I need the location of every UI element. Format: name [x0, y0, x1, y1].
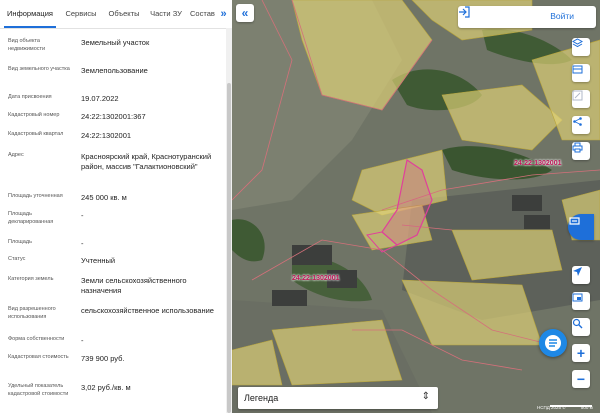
layers-icon[interactable] — [572, 38, 590, 56]
attr-value: - — [81, 239, 84, 248]
attr-label: Дата присвоения — [8, 94, 52, 100]
attr-label: Адрес — [8, 152, 24, 158]
attr-label: Вид земельного участка — [8, 66, 70, 72]
attr-label: Категория земель — [8, 276, 54, 282]
navigate-icon[interactable] — [572, 266, 590, 284]
share-icon[interactable] — [572, 116, 590, 134]
attribution-text: НСПД 2025 © — [537, 405, 566, 410]
tab-land-parts[interactable]: Части ЗУ — [146, 0, 186, 28]
legend-label: Легенда — [244, 393, 279, 403]
search-zoom-icon[interactable] — [572, 318, 590, 336]
login-button[interactable]: Войти — [458, 6, 596, 28]
attr-value: 19.07.2022 — [81, 94, 119, 103]
tab-information[interactable]: Информация — [4, 0, 56, 28]
map-view[interactable]: 24:22:1302001 24:22:1302001 « Войти + − — [232, 0, 600, 413]
cadastral-quarter: 24:22:1302001 — [81, 131, 132, 140]
attr-value: - — [81, 336, 84, 345]
zoom-in-icon[interactable]: + — [572, 344, 590, 362]
chevron-updown-icon: ⇕ — [421, 391, 430, 402]
chat-icon — [545, 335, 561, 351]
info-panel: Информация Сервисы Объекты Части ЗУ Сост… — [0, 0, 233, 413]
attr-value: 739 900 руб. — [81, 354, 125, 363]
attr-label: Вид объекта недвижимости — [8, 38, 46, 52]
attr-value: сельскохозяйственное использование — [81, 306, 214, 315]
attr-label: Кадастровая стоимость — [8, 354, 69, 360]
cadastral-label: 24:22:1302001 — [292, 275, 340, 282]
attr-label: Площадь — [8, 239, 32, 245]
cadastral-label: 24:22:1302001 — [514, 160, 562, 167]
legend-dropdown[interactable]: Легенда ⇕ — [238, 387, 438, 409]
attr-label: Вид разрешенного использования — [8, 306, 56, 320]
basemap-icon[interactable] — [572, 64, 590, 82]
tab-composition[interactable]: Состав — [190, 0, 216, 28]
attr-label: Удельный показатель кадастровой стоимост… — [8, 383, 69, 397]
map-attribution: НСПД 2025 © 500 м — [537, 405, 593, 410]
tab-services[interactable]: Сервисы — [60, 0, 102, 28]
attr-label: Кадастровый квартал — [8, 131, 64, 137]
login-label: Войти — [550, 11, 574, 21]
scrollbar-thumb[interactable] — [227, 83, 231, 413]
attr-value: - — [81, 211, 84, 220]
address-value: Красноярский край, Краснотуранский район… — [81, 152, 212, 171]
measure-icon[interactable] — [572, 292, 590, 310]
chat-button[interactable] — [539, 329, 567, 357]
tab-objects[interactable]: Объекты — [104, 0, 144, 28]
panel-tabs: Информация Сервисы Объекты Части ЗУ Сост… — [0, 0, 232, 29]
attr-value: Земли сельскохозяйственного назначения — [81, 276, 187, 295]
double-chevron-left-icon[interactable]: « — [236, 4, 254, 22]
services-icon[interactable] — [568, 214, 594, 240]
attr-label: Площадь уточненная — [8, 193, 63, 199]
double-chevron-right-icon[interactable]: » — [215, 0, 232, 28]
attr-label: Кадастровый номер — [8, 112, 60, 118]
edit-icon[interactable] — [572, 90, 590, 108]
login-arrow-icon — [459, 6, 470, 18]
attr-value: Землепользование — [81, 66, 148, 75]
zoom-out-icon[interactable]: − — [572, 370, 590, 388]
scale-label: 500 м — [580, 405, 593, 410]
attr-value: 3,02 руб./кв. м — [81, 383, 131, 392]
attr-value: Земельный участок — [81, 38, 150, 47]
cadastral-number: 24:22:1302001:367 — [81, 112, 146, 121]
attr-label: Статус — [8, 256, 26, 262]
attr-value: 245 000 кв. м — [81, 193, 127, 202]
attr-label: Форма собственности — [8, 336, 65, 342]
status-value: Учтенный — [81, 256, 116, 265]
print-icon[interactable] — [572, 142, 590, 160]
attr-label: Площадь декларированная — [8, 211, 54, 225]
